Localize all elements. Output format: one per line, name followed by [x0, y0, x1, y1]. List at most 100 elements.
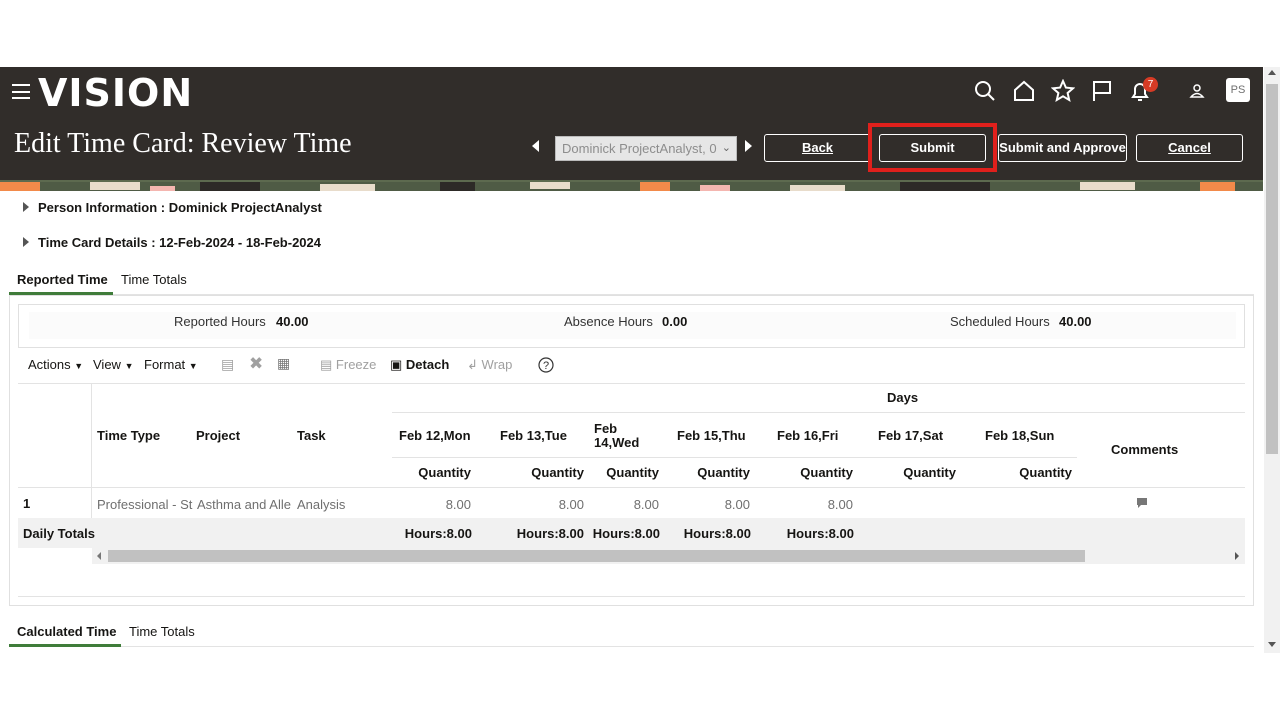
- format-menu[interactable]: Format ▼: [144, 357, 198, 372]
- expand-icon[interactable]: [23, 237, 29, 247]
- daily-total-cell: Hours:8.00: [516, 526, 584, 541]
- quantity-cell[interactable]: 8.00: [446, 497, 471, 512]
- column-header-day[interactable]: Feb 17,Sat: [878, 428, 943, 443]
- quantity-header: Quantity: [606, 465, 659, 480]
- actions-menu-label: Actions: [28, 357, 71, 372]
- column-header-comments[interactable]: Comments: [1111, 442, 1178, 457]
- daily-total-cell: Hours:8.00: [786, 526, 854, 541]
- column-header-day[interactable]: Feb 16,Fri: [777, 428, 838, 443]
- tab-divider: [121, 646, 1254, 647]
- header-divider: [392, 412, 1245, 413]
- quantity-header: Quantity: [903, 465, 956, 480]
- wrap-button[interactable]: ↲ Wrap: [467, 357, 512, 373]
- back-button-label: Back: [801, 140, 834, 155]
- column-divider: [91, 383, 92, 518]
- highlight-box: [868, 123, 997, 172]
- decorative-banner: [0, 180, 1263, 191]
- column-header-day-line1[interactable]: Feb: [594, 421, 617, 436]
- caret-down-icon: ▼: [74, 361, 84, 371]
- tab-time-totals-calculated[interactable]: Time Totals: [129, 624, 195, 639]
- view-menu-label: View: [93, 357, 121, 372]
- delete-icon[interactable]: ✖: [249, 354, 263, 374]
- column-header-project[interactable]: Project: [196, 428, 240, 443]
- column-header-day-line2[interactable]: 14,Wed: [594, 435, 639, 450]
- tab-time-totals[interactable]: Time Totals: [121, 272, 187, 287]
- vision-logo[interactable]: VISION: [38, 71, 193, 115]
- help-icon[interactable]: ?: [538, 357, 554, 373]
- absence-hours-value: 0.00: [662, 314, 688, 329]
- tab-calculated-time[interactable]: Calculated Time: [17, 624, 116, 639]
- vertical-scrollbar-thumb[interactable]: [1266, 84, 1278, 454]
- actions-menu[interactable]: Actions ▼: [28, 357, 83, 372]
- search-icon[interactable]: [973, 79, 997, 103]
- quantity-cell[interactable]: 8.00: [634, 497, 659, 512]
- view-menu[interactable]: View ▼: [93, 357, 134, 372]
- svg-text:?: ?: [543, 360, 549, 372]
- home-icon[interactable]: [1012, 79, 1036, 103]
- wrap-icon: ↲: [467, 357, 478, 372]
- quantity-header: Quantity: [531, 465, 584, 480]
- scroll-left-icon[interactable]: [97, 552, 101, 560]
- quantity-cell[interactable]: 8.00: [828, 497, 853, 512]
- split-icon[interactable]: ▦: [277, 355, 290, 372]
- caret-down-icon: ▼: [188, 361, 198, 371]
- menu-icon[interactable]: [12, 84, 30, 99]
- reported-hours-value: 40.00: [276, 314, 309, 329]
- expand-icon[interactable]: [23, 202, 29, 212]
- time-type-cell[interactable]: Professional - St: [97, 497, 193, 512]
- detach-button[interactable]: ▣ Detach: [390, 357, 449, 373]
- horizontal-scrollbar-thumb[interactable]: [108, 550, 1085, 562]
- quantity-header: Quantity: [800, 465, 853, 480]
- detach-label: Detach: [405, 357, 450, 372]
- submit-and-approve-button[interactable]: Submit and Approve: [998, 134, 1127, 162]
- column-header-day[interactable]: Feb 18,Sun: [985, 428, 1054, 443]
- flag-icon[interactable]: [1090, 79, 1114, 103]
- days-header: Days: [887, 390, 919, 405]
- table-bottom-border: [18, 596, 1245, 597]
- person-select[interactable]: Dominick ProjectAnalyst, 0 ⌄: [555, 136, 737, 161]
- project-cell[interactable]: Asthma and Alle: [197, 497, 291, 512]
- previous-person-icon[interactable]: [532, 140, 539, 152]
- scheduled-hours-label: Scheduled Hours: [950, 314, 1050, 329]
- cancel-button[interactable]: Cancel: [1136, 134, 1243, 162]
- scroll-down-icon[interactable]: [1268, 642, 1276, 647]
- scroll-right-icon[interactable]: [1235, 552, 1239, 560]
- freeze-icon: ▤: [320, 357, 333, 372]
- daily-total-cell: Hours:8.00: [683, 526, 751, 541]
- task-cell[interactable]: Analysis: [297, 497, 345, 512]
- comment-icon[interactable]: [1136, 497, 1148, 509]
- quantity-cell[interactable]: 8.00: [559, 497, 584, 512]
- column-header-day[interactable]: Feb 13,Tue: [500, 428, 567, 443]
- reported-hours-label: Reported Hours: [174, 314, 266, 329]
- column-header-time-type[interactable]: Time Type: [97, 428, 160, 443]
- active-tab-indicator: [9, 644, 121, 647]
- chevron-down-icon: ⌄: [721, 142, 731, 154]
- row-number: 1: [23, 496, 31, 511]
- daily-total-cell: Hours:8.00: [404, 526, 472, 541]
- daily-totals-label: Daily Totals: [23, 526, 96, 541]
- column-header-day[interactable]: Feb 15,Thu: [677, 428, 746, 443]
- user-icon[interactable]: [1189, 83, 1205, 99]
- back-button[interactable]: Back: [764, 134, 871, 162]
- tab-reported-time[interactable]: Reported Time: [17, 272, 108, 287]
- star-icon[interactable]: [1051, 79, 1075, 103]
- header-bottom-border: [18, 487, 1245, 488]
- caret-down-icon: ▼: [124, 361, 134, 371]
- format-menu-label: Format: [144, 357, 186, 372]
- quantity-cell[interactable]: 8.00: [725, 497, 750, 512]
- freeze-button[interactable]: ▤ Freeze: [320, 357, 376, 373]
- next-person-icon[interactable]: [745, 140, 752, 152]
- user-avatar[interactable]: PS: [1226, 78, 1250, 102]
- quantity-header: Quantity: [1019, 465, 1072, 480]
- freeze-label: Freeze: [335, 357, 377, 372]
- scheduled-hours-value: 40.00: [1059, 314, 1092, 329]
- column-header-task[interactable]: Task: [297, 428, 326, 443]
- wrap-label: Wrap: [481, 357, 513, 372]
- scroll-up-icon[interactable]: [1268, 70, 1276, 75]
- person-information-header[interactable]: Person Information : Dominick ProjectAna…: [38, 200, 322, 215]
- absence-hours-label: Absence Hours: [564, 314, 653, 329]
- detach-icon: ▣: [390, 357, 403, 372]
- column-header-day[interactable]: Feb 12,Mon: [399, 428, 471, 443]
- time-card-details-header[interactable]: Time Card Details : 12-Feb-2024 - 18-Feb…: [38, 235, 321, 250]
- copy-icon[interactable]: ▤: [221, 356, 234, 373]
